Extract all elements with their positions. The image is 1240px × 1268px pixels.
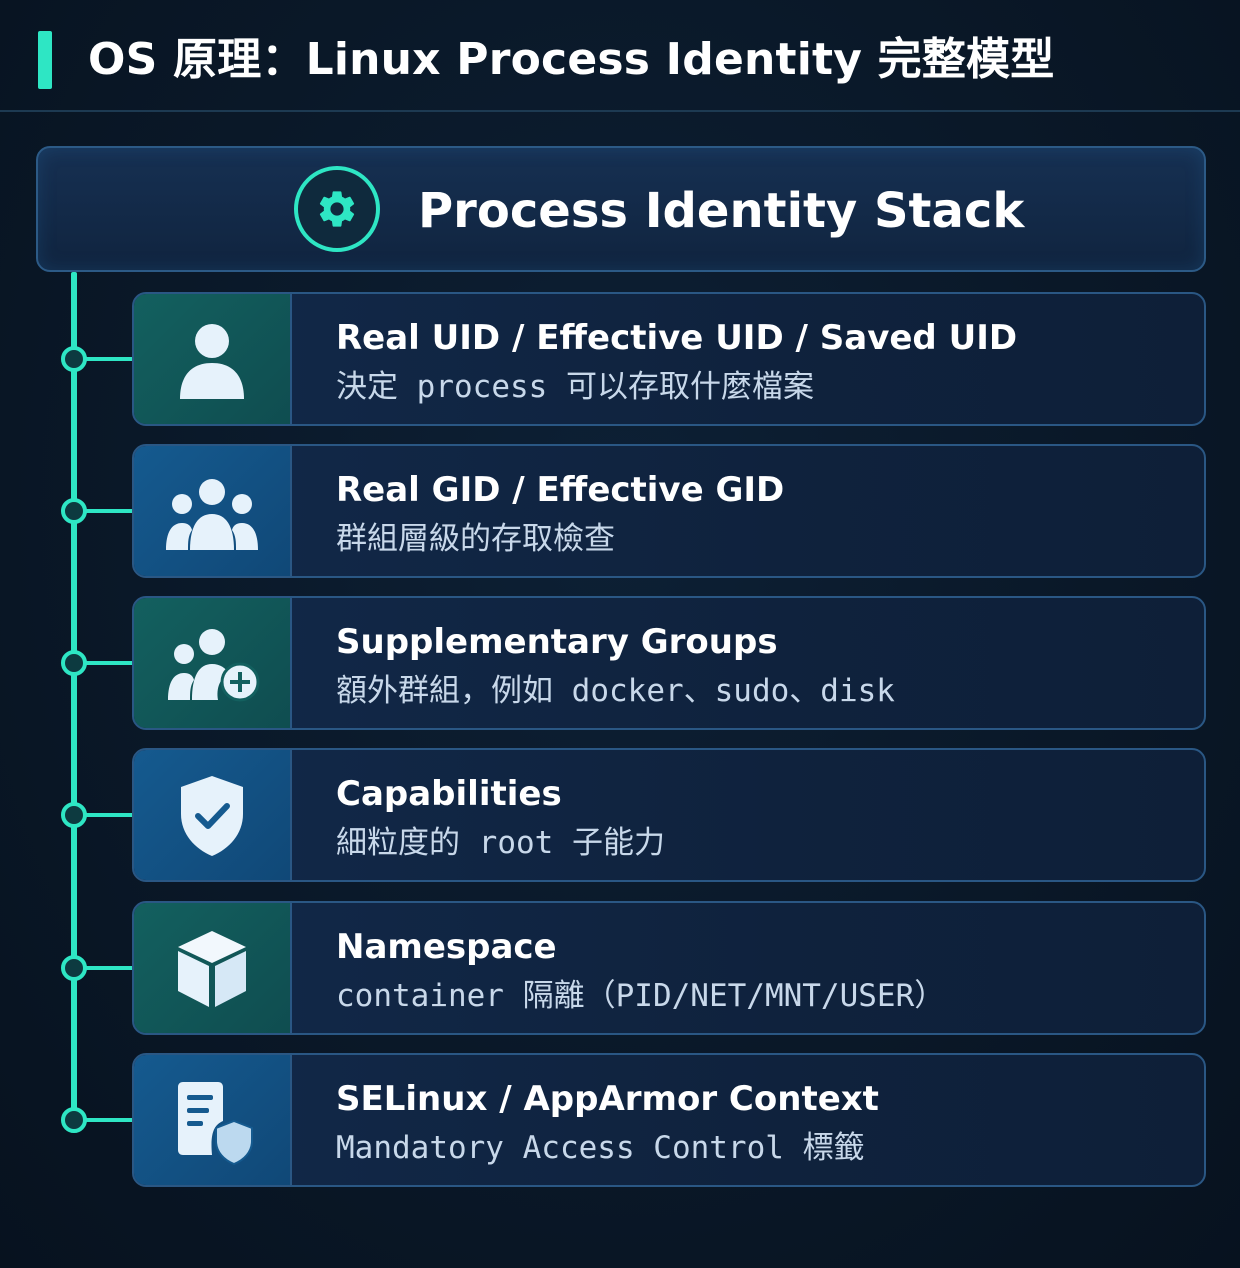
layer-title: Real GID / Effective GID — [336, 470, 785, 510]
layer-gid: Real GID / Effective GID 群組層級的存取檢查 — [132, 444, 1206, 578]
gear-icon — [294, 166, 380, 252]
timeline-connector — [86, 1118, 134, 1122]
layer-description: container 隔離（PID/NET/MNT/USER） — [336, 978, 946, 1014]
timeline-node — [61, 1107, 87, 1133]
timeline-node — [61, 802, 87, 828]
timeline-connector — [86, 661, 134, 665]
timeline-connector — [86, 509, 134, 513]
layer-title: Capabilities — [336, 774, 562, 814]
group-icon — [134, 446, 292, 576]
layer-namespace: Namespace container 隔離（PID/NET/MNT/USER） — [132, 901, 1206, 1035]
timeline-connector — [86, 357, 134, 361]
layer-description: 決定 process 可以存取什麼檔案 — [336, 369, 814, 405]
stack-title: Process Identity Stack — [418, 183, 1025, 239]
layer-supplementary-groups: Supplementary Groups 額外群組，例如 docker、sudo… — [132, 596, 1206, 730]
page-title: OS 原理：Linux Process Identity 完整模型 — [88, 34, 1055, 85]
layer-description: 細粒度的 root 子能力 — [336, 825, 665, 861]
layer-uid: Real UID / Effective UID / Saved UID 決定 … — [132, 292, 1206, 426]
layer-capabilities: Capabilities 細粒度的 root 子能力 — [132, 748, 1206, 882]
layer-title: Supplementary Groups — [336, 622, 778, 662]
cube-icon — [134, 903, 292, 1033]
layer-description: 群組層級的存取檢查 — [336, 521, 615, 557]
header-accent-bar — [38, 31, 52, 89]
layer-title: SELinux / AppArmor Context — [336, 1079, 879, 1119]
timeline-connector — [86, 966, 134, 970]
layer-description: 額外群組，例如 docker、sudo、disk — [336, 673, 895, 709]
timeline-node — [61, 346, 87, 372]
timeline-node — [61, 650, 87, 676]
timeline-connector — [86, 813, 134, 817]
shield-check-icon — [134, 750, 292, 880]
document-shield-icon — [134, 1055, 292, 1185]
page-header: OS 原理：Linux Process Identity 完整模型 — [0, 0, 1240, 112]
layer-mac-context: SELinux / AppArmor Context Mandatory Acc… — [132, 1053, 1206, 1187]
stack-header-card: Process Identity Stack — [36, 146, 1206, 272]
group-add-icon — [134, 598, 292, 728]
timeline-node — [61, 498, 87, 524]
user-icon — [134, 294, 292, 424]
layer-title: Real UID / Effective UID / Saved UID — [336, 318, 1018, 358]
layer-title: Namespace — [336, 927, 557, 967]
timeline-node — [61, 955, 87, 981]
layer-description: Mandatory Access Control 標籤 — [336, 1130, 865, 1166]
timeline-line — [71, 272, 77, 1120]
